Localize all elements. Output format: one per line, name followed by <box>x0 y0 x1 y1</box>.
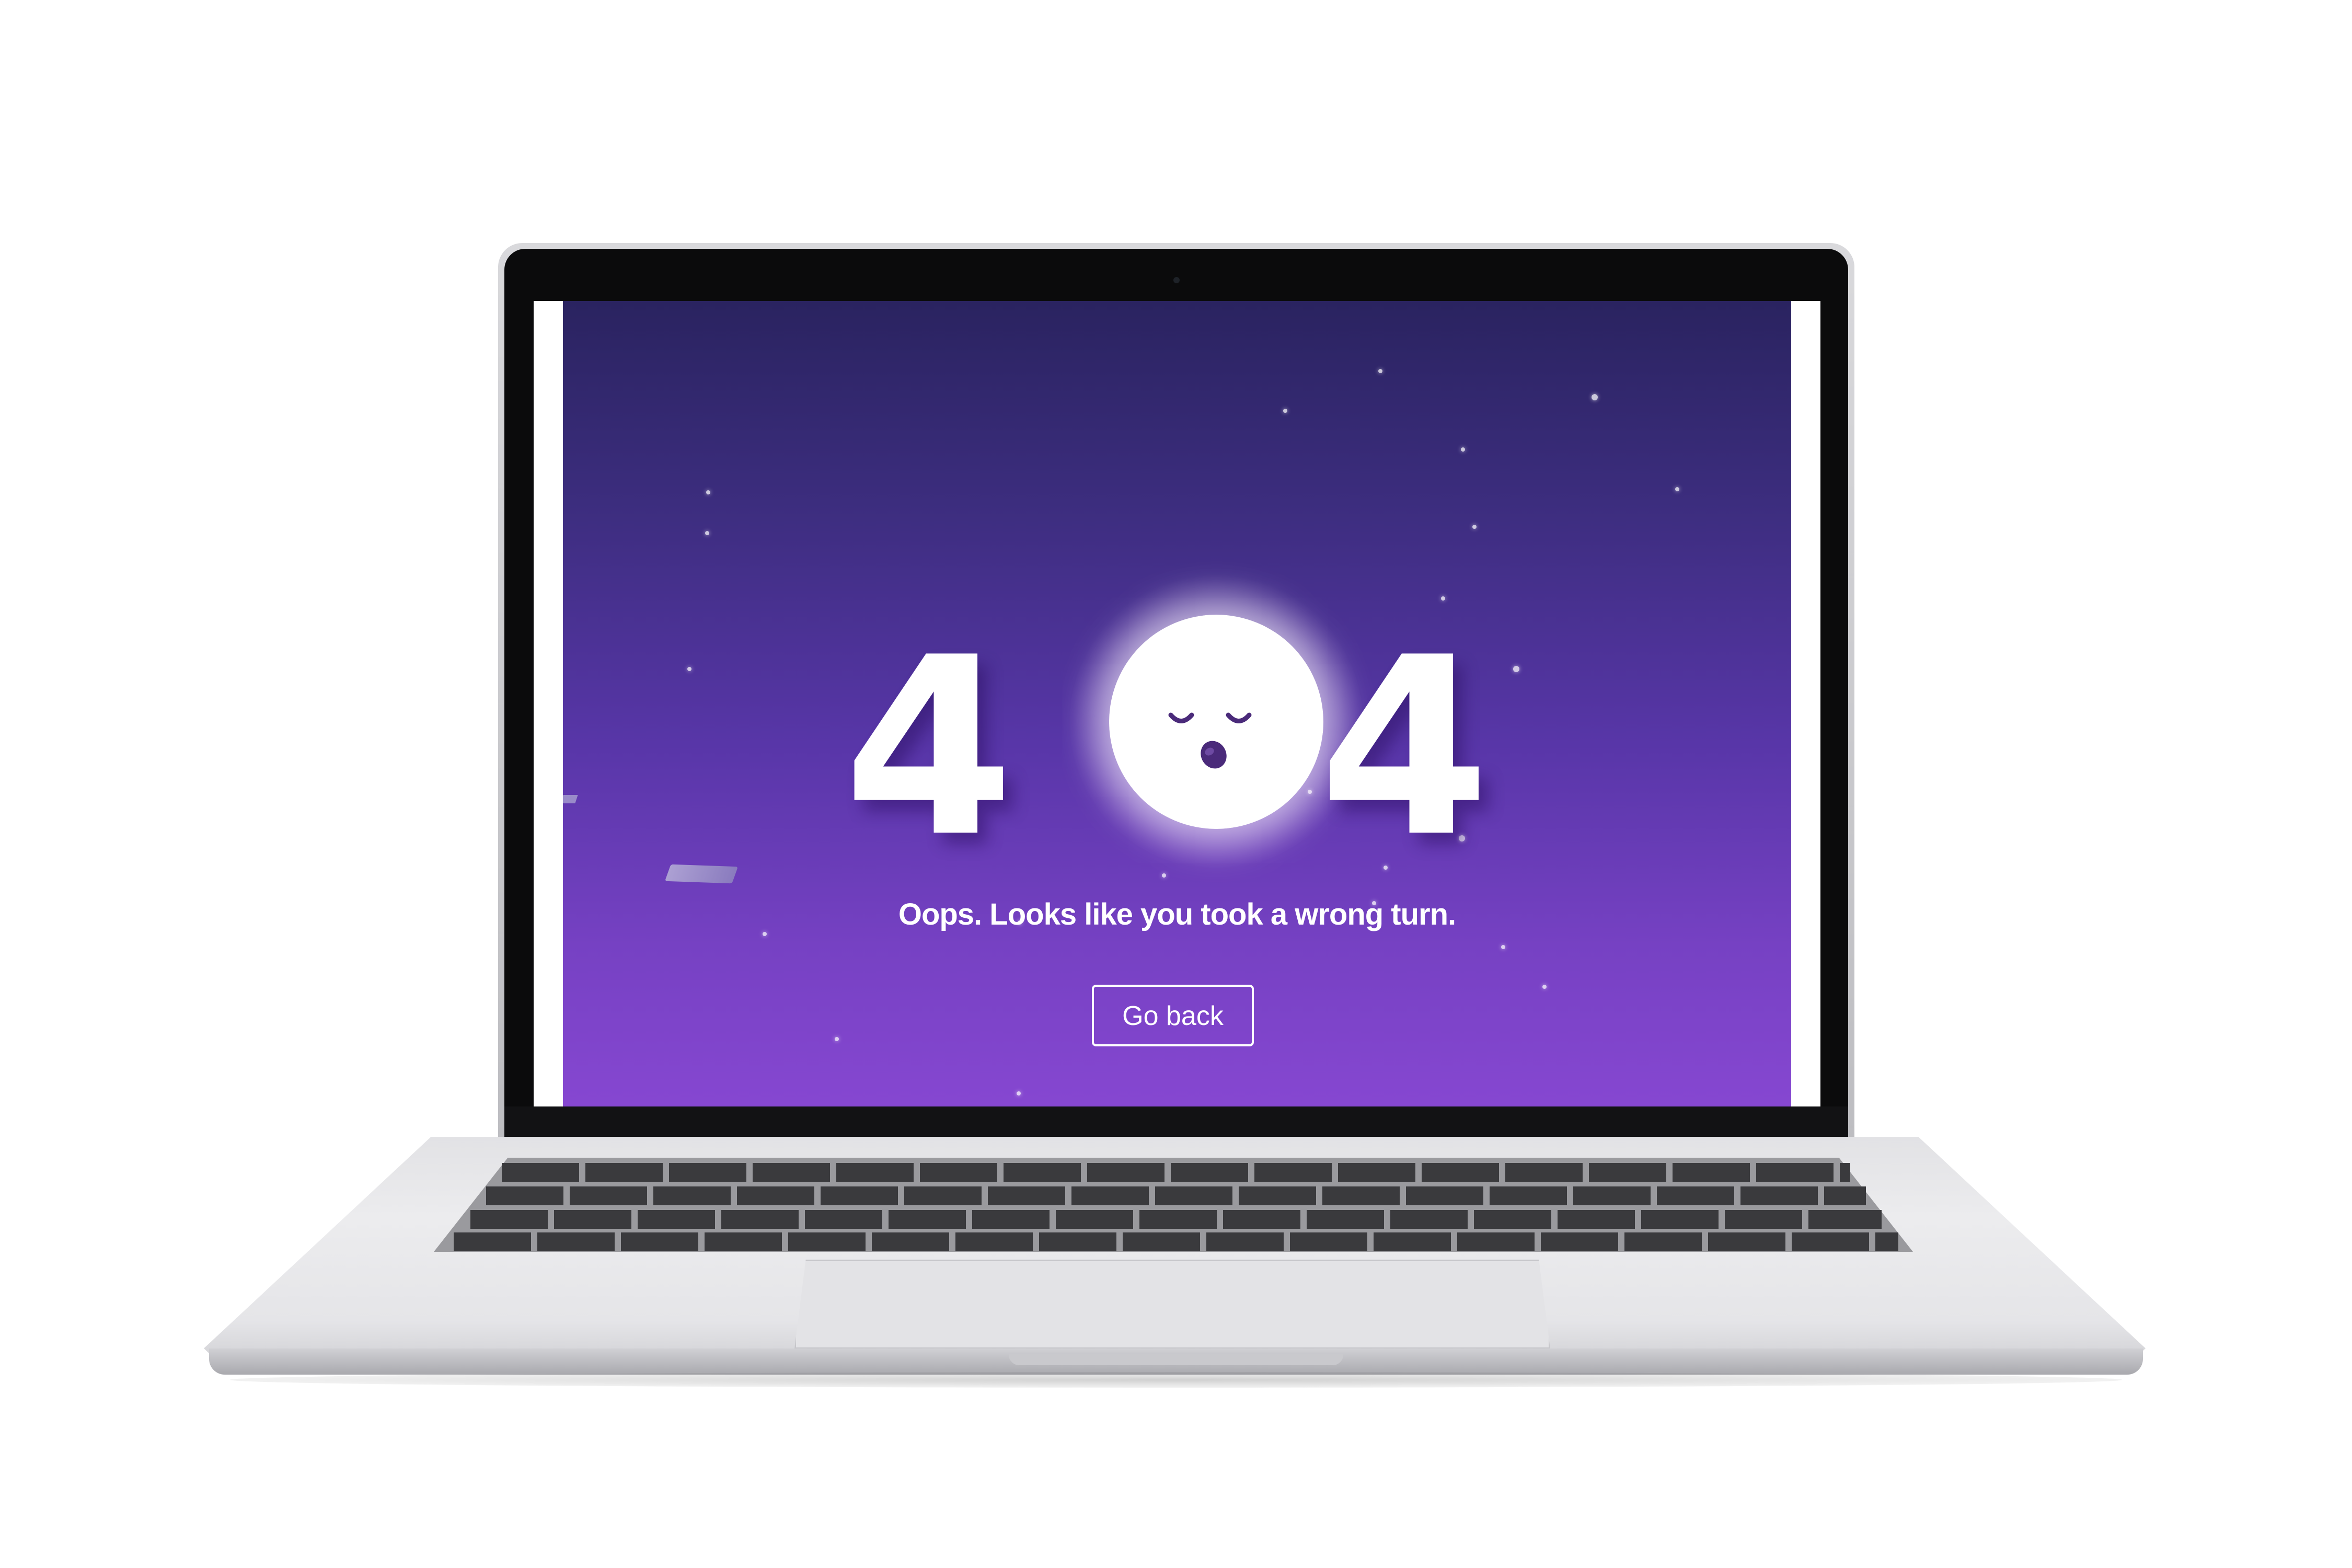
star-icon <box>1162 873 1166 878</box>
key-row <box>486 1186 1866 1205</box>
screen-bottom-bezel <box>504 1106 1848 1138</box>
star-icon <box>1283 409 1287 413</box>
star-icon <box>1472 525 1477 529</box>
error-page: 4 4 Oops. Looks like you took a wrong tu… <box>563 301 1791 1106</box>
star-icon <box>1501 945 1505 949</box>
star-icon <box>687 667 691 671</box>
laptop-mockup: 4 4 Oops. Looks like you took a wrong tu… <box>0 0 2352 1568</box>
base-shadow <box>230 1372 2122 1388</box>
star-icon <box>763 932 767 936</box>
paper-fragment-icon <box>563 795 578 803</box>
star-icon <box>1675 487 1679 491</box>
star-icon <box>1513 666 1519 672</box>
laptop-screen: 4 4 Oops. Looks like you took a wrong tu… <box>534 301 1820 1106</box>
star-icon <box>1542 985 1547 989</box>
webcam-icon <box>1173 277 1180 283</box>
star-icon <box>706 490 710 494</box>
key-row <box>502 1163 1850 1182</box>
star-icon <box>705 531 709 535</box>
error-message: Oops. Looks like you took a wrong turn. <box>898 897 1456 931</box>
trackpad <box>794 1260 1550 1349</box>
sleeping-moon-icon <box>1109 615 1323 829</box>
star-icon <box>1592 394 1598 400</box>
lid-notch <box>1009 1354 1343 1365</box>
key-row <box>454 1232 1898 1251</box>
paper-airplane-icon <box>665 864 738 884</box>
star-icon <box>1441 596 1445 601</box>
moon-face-icon <box>1168 712 1252 769</box>
error-digit-left: 4 <box>843 605 1014 891</box>
star-icon <box>835 1037 839 1041</box>
star-icon <box>1461 447 1465 452</box>
star-icon <box>1378 369 1382 373</box>
error-digit-right: 4 <box>1319 605 1490 891</box>
go-back-button[interactable]: Go back <box>1092 985 1254 1046</box>
star-icon <box>1017 1091 1021 1096</box>
key-row <box>470 1210 1882 1229</box>
